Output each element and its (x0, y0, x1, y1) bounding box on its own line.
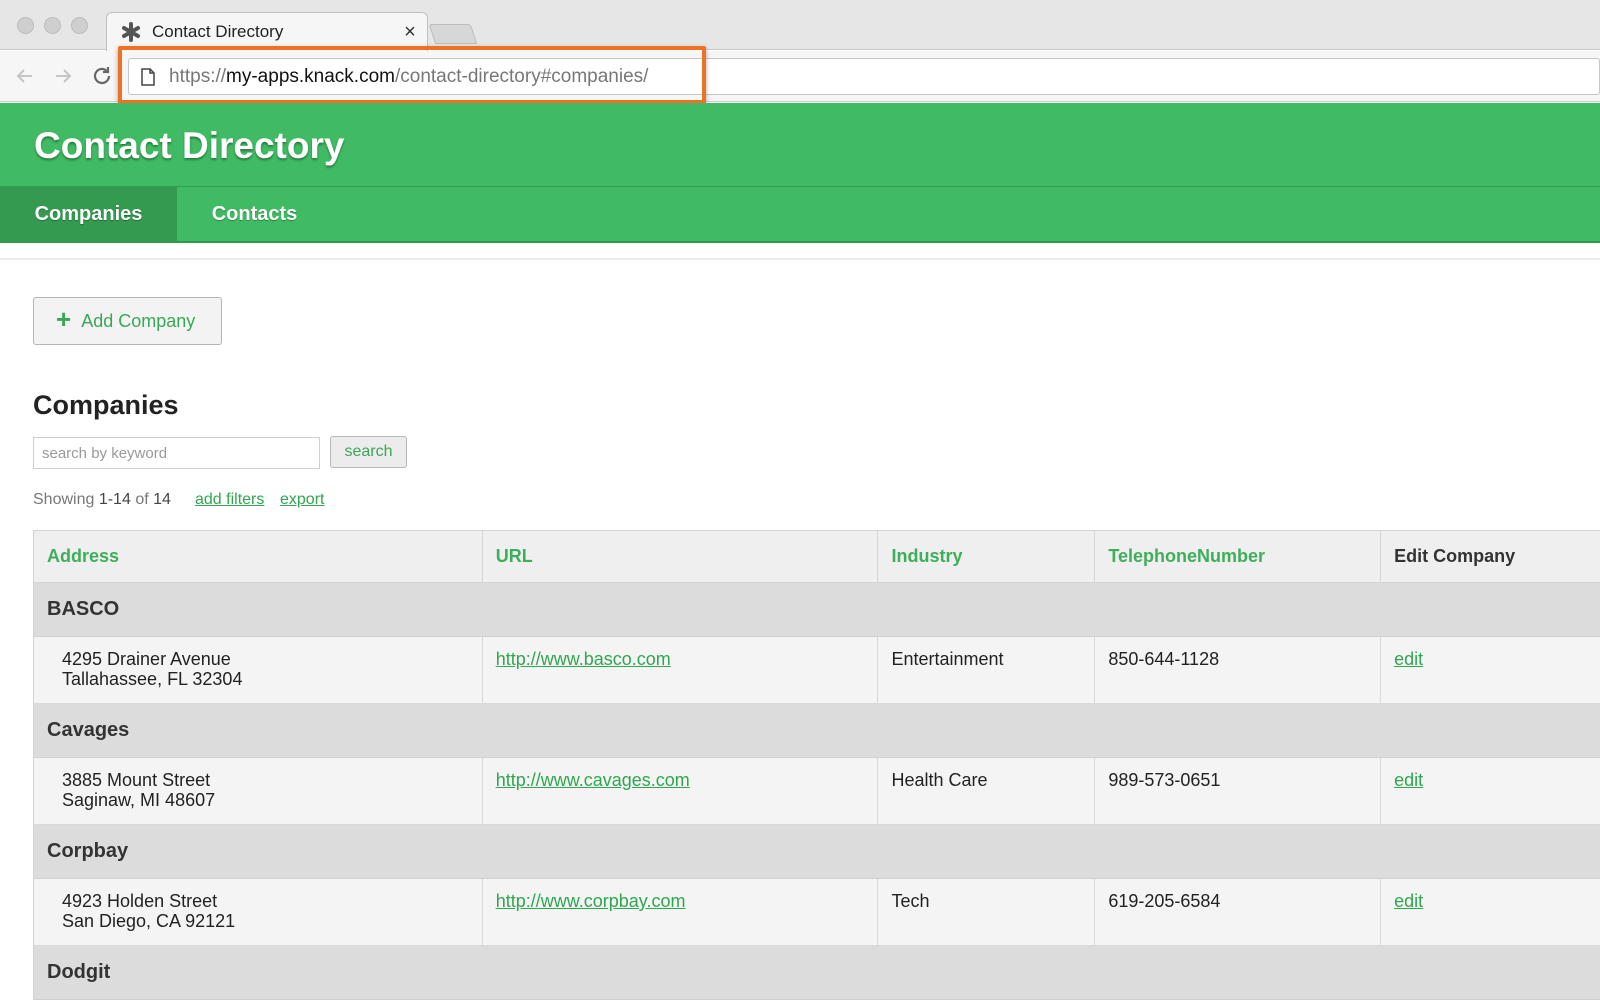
phone-cell: 850-644-1128 (1095, 637, 1382, 703)
tab-title: Contact Directory (152, 22, 284, 41)
record-count: Showing 1-14 of 14 (33, 491, 171, 509)
arrow-right-icon[interactable] (50, 63, 76, 89)
address-line1: 4923 Holden Street (62, 891, 218, 911)
url-cell: http://www.basco.com (483, 637, 879, 703)
edit-cell: edit (1381, 637, 1600, 703)
edit-link[interactable]: edit (1394, 770, 1423, 790)
add-company-button[interactable]: + Add Company (33, 297, 222, 345)
close-tab-icon[interactable]: × (400, 22, 420, 42)
company-url-link[interactable]: http://www.basco.com (496, 649, 671, 669)
url-cell: http://www.cavages.com (483, 758, 879, 824)
column-header-industry[interactable]: Industry (878, 531, 1096, 582)
app-nav: Companies Contacts (0, 186, 1600, 243)
table-row: 4295 Drainer Avenue Tallahassee, FL 3230… (34, 637, 1600, 704)
edit-link[interactable]: edit (1394, 891, 1423, 911)
column-header-url[interactable]: URL (483, 531, 879, 582)
table-header: Address URL Industry TelephoneNumber Edi… (34, 531, 1600, 583)
company-url-link[interactable]: http://www.corpbay.com (496, 891, 686, 911)
address-line2: Tallahassee, FL 32304 (62, 669, 243, 689)
browser-toolbar: https://my-apps.knack.com/contact-direct… (0, 51, 1600, 102)
companies-table: Address URL Industry TelephoneNumber Edi… (33, 530, 1600, 1000)
plus-icon: + (56, 304, 72, 334)
browser-tab-content[interactable]: Contact Directory × (120, 14, 426, 50)
search-button[interactable]: search (330, 436, 407, 468)
address-line2: San Diego, CA 92121 (62, 911, 236, 931)
edit-cell: edit (1381, 758, 1600, 824)
group-row: Dodgit (34, 946, 1600, 1000)
group-row: Corpbay (34, 825, 1600, 879)
url-cell: http://www.corpbay.com (483, 879, 879, 945)
window-zoom-dot[interactable] (71, 17, 88, 34)
search-input[interactable] (33, 437, 320, 469)
url-text: https://my-apps.knack.com/contact-direct… (169, 66, 648, 88)
window-close-dot[interactable] (17, 17, 34, 34)
address-bar[interactable]: https://my-apps.knack.com/contact-direct… (128, 58, 1600, 95)
industry-cell: Health Care (878, 758, 1096, 824)
nav-tab-contacts[interactable]: Contacts (177, 187, 332, 242)
column-header-telephone[interactable]: TelephoneNumber (1095, 531, 1382, 582)
section-title: Companies (33, 390, 179, 420)
address-cell: 4295 Drainer Avenue Tallahassee, FL 3230… (34, 637, 483, 703)
page-icon (141, 67, 159, 87)
edit-cell: edit (1381, 879, 1600, 945)
window-minimize-dot[interactable] (44, 17, 61, 34)
reload-icon[interactable] (89, 63, 115, 89)
address-line2: Saginaw, MI 48607 (62, 790, 216, 810)
url-host: my-apps.knack.com (226, 65, 395, 87)
table-row: 4923 Holden Street San Diego, CA 92121 h… (34, 879, 1600, 946)
export-link[interactable]: export (280, 491, 324, 509)
app-title: Contact Directory (34, 125, 345, 166)
showing-total: 14 (153, 491, 171, 508)
knack-asterisk-icon (120, 21, 142, 43)
add-company-label: Add Company (81, 310, 196, 331)
phone-cell: 619-205-6584 (1095, 879, 1382, 945)
new-tab-button[interactable] (428, 24, 478, 44)
showing-prefix: Showing (33, 491, 95, 508)
nav-divider (0, 258, 1600, 260)
url-path: /contact-directory#companies/ (394, 65, 649, 87)
industry-cell: Tech (878, 879, 1096, 945)
group-row: Cavages (34, 704, 1600, 758)
arrow-left-icon[interactable] (12, 63, 38, 89)
showing-of: of (135, 491, 149, 508)
company-url-link[interactable]: http://www.cavages.com (496, 770, 690, 790)
add-filters-link[interactable]: add filters (195, 491, 264, 509)
address-line1: 3885 Mount Street (62, 770, 211, 790)
phone-cell: 989-573-0651 (1095, 758, 1382, 824)
showing-range: 1-14 (98, 491, 131, 508)
address-cell: 3885 Mount Street Saginaw, MI 48607 (34, 758, 483, 824)
app-header: Contact Directory (0, 103, 1600, 186)
table-row: 3885 Mount Street Saginaw, MI 48607 http… (34, 758, 1600, 825)
address-cell: 4923 Holden Street San Diego, CA 92121 (34, 879, 483, 945)
edit-link[interactable]: edit (1394, 649, 1423, 669)
nav-tab-companies[interactable]: Companies (0, 187, 177, 242)
column-header-edit: Edit Company (1394, 546, 1516, 566)
industry-cell: Entertainment (878, 637, 1096, 703)
url-scheme: https:// (169, 65, 227, 87)
column-header-address[interactable]: Address (34, 531, 483, 582)
group-row: BASCO (34, 583, 1600, 637)
address-line1: 4295 Drainer Avenue (62, 649, 231, 669)
